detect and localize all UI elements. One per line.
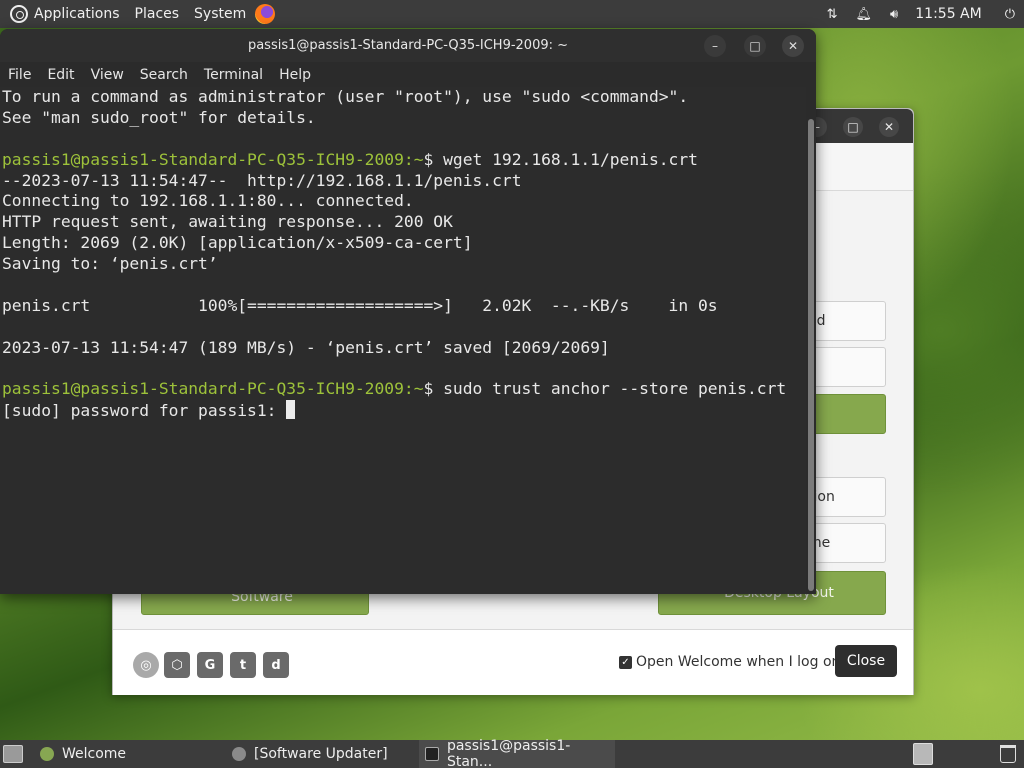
terminal-minimize-button[interactable]: – (704, 35, 726, 57)
task-software-updater[interactable]: [Software Updater] (226, 740, 416, 768)
terminal-line: [sudo] password for passis1: (2, 400, 806, 421)
menu-search[interactable]: Search (140, 67, 188, 83)
workspace-switcher-icon[interactable] (913, 743, 933, 765)
system-menu[interactable]: System (194, 6, 246, 22)
terminal-line: penis.crt 100%[===================>] 2.0… (2, 295, 718, 315)
prompt-path: :~ (403, 379, 424, 399)
power-icon[interactable]: ⏻ (1005, 7, 1015, 22)
software-updater-icon (232, 747, 246, 761)
welcome-close-button[interactable]: ✕ (879, 117, 899, 137)
terminal-titlebar[interactable]: passis1@passis1-Standard-PC-Q35-ICH9-200… (0, 29, 816, 62)
terminal-output[interactable]: To run a command as administrator (user … (0, 87, 806, 594)
terminal-window: passis1@passis1-Standard-PC-Q35-ICH9-200… (0, 29, 816, 594)
task-label: [Software Updater] (254, 746, 388, 762)
task-terminal[interactable]: passis1@passis1-Stan... (419, 738, 615, 768)
ubuntu-mate-icon[interactable] (10, 5, 28, 23)
terminal-line: To run a command as administrator (user … (2, 87, 689, 106)
task-welcome[interactable]: Welcome (34, 740, 224, 768)
menu-view[interactable]: View (91, 67, 124, 83)
task-label: passis1@passis1-Stan... (446, 738, 571, 768)
command-text: $ sudo trust anchor --store penis.crt (423, 379, 787, 399)
terminal-line: 2023-07-13 11:54:47 (189 MB/s) - ‘penis.… (2, 337, 610, 357)
software-boutique-icon[interactable]: ⬡ (164, 652, 190, 678)
github-icon[interactable]: G (197, 652, 223, 678)
welcome-close-footer-button[interactable]: Close (835, 645, 897, 677)
trash-icon[interactable] (1000, 745, 1016, 763)
terminal-scrollbar[interactable] (806, 87, 816, 594)
terminal-scrollbar-thumb[interactable] (808, 119, 814, 591)
terminal-line: Connecting to 192.168.1.1:80... connecte… (2, 191, 414, 211)
menu-edit[interactable]: Edit (47, 67, 74, 83)
terminal-command-line: passis1@passis1-Standard-PC-Q35-ICH9-200… (2, 379, 806, 400)
welcome-maximize-button[interactable]: □ (843, 117, 863, 137)
terminal-line: Saving to: ‘penis.crt’ (2, 254, 218, 274)
terminal-app-icon (425, 747, 439, 761)
command-text: $ wget 192.168.1.1/penis.crt (423, 149, 698, 169)
menu-help[interactable]: Help (279, 67, 311, 83)
terminal-maximize-button[interactable]: □ (744, 35, 766, 57)
bottom-taskbar: Welcome [Software Updater] passis1@passi… (0, 738, 1024, 768)
open-welcome-checkbox-label[interactable]: Open Welcome when I log on. (636, 654, 845, 670)
terminal-line: HTTP request sent, awaiting response... … (2, 212, 453, 232)
prompt-path: :~ (403, 149, 424, 169)
welcome-app-icon (40, 747, 54, 761)
twitter-icon[interactable]: t (230, 652, 256, 678)
top-menu: Applications Places System (0, 0, 276, 28)
menu-file[interactable]: File (8, 67, 31, 83)
network-icon[interactable]: ⇅ (827, 7, 838, 22)
terminal-line: --2023-07-13 11:54:47-- http://192.168.1… (2, 170, 522, 190)
welcome-footer: ◎ ⬡ G t d ✓ Open Welcome when I log on. … (113, 629, 913, 695)
volume-icon[interactable]: 🔊︎ (890, 7, 898, 22)
applications-menu[interactable]: Applications (34, 6, 120, 22)
discord-icon[interactable]: d (263, 652, 289, 678)
task-label: Welcome (62, 746, 127, 762)
ubuntu-mate-icon[interactable]: ◎ (133, 652, 159, 678)
terminal-cursor (286, 400, 296, 420)
system-tray: ⇅ 🔔︎ 🔊︎ 11:55 AM ⏻ (818, 0, 1024, 28)
firefox-icon[interactable] (255, 4, 276, 24)
terminal-menubar: File Edit View Search Terminal Help (0, 62, 816, 87)
prompt-user: passis1@passis1-Standard-PC-Q35-ICH9-200… (2, 379, 404, 399)
open-welcome-checkbox[interactable]: ✓ (619, 656, 632, 669)
terminal-close-button[interactable]: ✕ (782, 35, 804, 57)
menu-terminal[interactable]: Terminal (204, 67, 263, 83)
terminal-command-line: passis1@passis1-Standard-PC-Q35-ICH9-200… (2, 150, 806, 171)
places-menu[interactable]: Places (135, 6, 180, 22)
show-desktop-icon[interactable] (3, 745, 23, 763)
terminal-title: passis1@passis1-Standard-PC-Q35-ICH9-200… (247, 38, 569, 53)
terminal-line: Length: 2069 (2.0K) [application/x-x509-… (2, 233, 473, 253)
prompt-user: passis1@passis1-Standard-PC-Q35-ICH9-200… (2, 149, 404, 169)
top-panel: Applications Places System ⇅ 🔔︎ 🔊︎ 11:55… (0, 0, 1024, 28)
sudo-prompt-text: [sudo] password for passis1: (2, 401, 287, 421)
clock[interactable]: 11:55 AM (915, 6, 981, 22)
notification-bell-icon[interactable]: 🔔︎ (856, 7, 873, 22)
terminal-line: See "man sudo_root" for details. (2, 107, 316, 127)
